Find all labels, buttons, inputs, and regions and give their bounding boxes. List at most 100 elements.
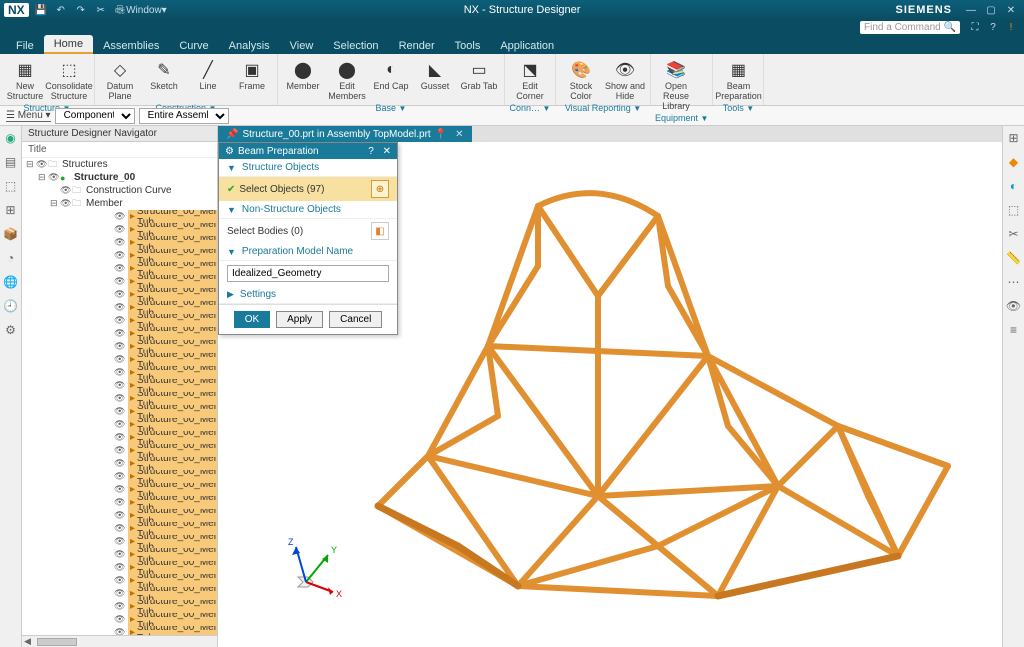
filter1-select[interactable]: Component [55, 108, 135, 124]
member-row[interactable]: 👁▸Structure_00_Member_Round Tub [68, 613, 217, 626]
ribbon-new-structure[interactable]: ▦New Structure [4, 56, 46, 102]
member-row[interactable]: 👁▸Structure_00_Member_Round Tub [68, 405, 217, 418]
shade-icon[interactable]: ◐ [1006, 178, 1022, 194]
hd3d-icon[interactable]: ◔ [3, 250, 19, 266]
ribbon-edit-members[interactable]: ⬤Edit Members [326, 56, 368, 102]
cut-icon[interactable]: ✂ [93, 2, 109, 18]
view-icon[interactable]: ◆ [1006, 154, 1022, 170]
undo-icon[interactable]: ↶ [53, 2, 69, 18]
ribbon-consolidate-structure[interactable]: ⬚Consolidate Structure [48, 56, 90, 102]
visibility-icon[interactable]: 👁 [114, 484, 126, 495]
member-row[interactable]: 👁▸Structure_00_Member_Round Tub [68, 288, 217, 301]
member-row[interactable]: 👁▸Structure_00_Member_Round Tub [68, 483, 217, 496]
measure-icon[interactable]: 📏 [1006, 250, 1022, 266]
filter2-select[interactable]: Entire Assembly [139, 108, 229, 124]
member-row[interactable]: 👁▸Structure_00_Member_Round Tub [68, 548, 217, 561]
view-triad[interactable]: X Y Z [278, 527, 358, 607]
member-row[interactable]: 👁▸Structure_00_Member_Round Tub [68, 457, 217, 470]
clip-icon[interactable]: ✂ [1006, 226, 1022, 242]
window-menu[interactable]: ▭ Window ▾ [133, 2, 149, 18]
member-row[interactable]: 👁▸Structure_00_Member_Square Tub [68, 223, 217, 236]
visibility-icon[interactable]: 👁 [114, 627, 126, 635]
visibility-icon[interactable]: 👁 [114, 380, 126, 391]
nav-hscroll[interactable]: ◀ [22, 635, 217, 647]
member-row[interactable]: 👁▸Structure_00_Member_Round Tub [68, 561, 217, 574]
settings-header[interactable]: ▶Settings [219, 286, 397, 304]
assembly-icon[interactable]: ⬚ [3, 178, 19, 194]
visibility-icon[interactable]: 👁 [60, 198, 72, 209]
info-icon[interactable]: ! [1002, 20, 1020, 34]
ribbon-line[interactable]: ╱Line [187, 56, 229, 92]
tree-row[interactable]: 👁🗀Construction Curve [22, 184, 217, 197]
apply-button[interactable]: Apply [276, 311, 323, 328]
menu-tab-home[interactable]: Home [44, 35, 93, 54]
dialog-help-icon[interactable]: ? [368, 146, 374, 157]
visibility-icon[interactable]: 👁 [114, 250, 126, 261]
member-row[interactable]: 👁▸Structure_00_Member_Round Tub [68, 522, 217, 535]
tree-row[interactable]: ⊟👁●Structure_00 [22, 171, 217, 184]
tab-pin-icon[interactable]: 📍 [435, 129, 447, 140]
menu-tab-analysis[interactable]: Analysis [219, 37, 280, 54]
member-row[interactable]: 👁▸Structure_00_Member_Round Tub [68, 379, 217, 392]
member-row[interactable]: 👁▸Structure_00_Member_Round Tub [68, 470, 217, 483]
cancel-button[interactable]: Cancel [329, 311, 382, 328]
visibility-icon[interactable]: 👁 [114, 367, 126, 378]
visibility-icon[interactable]: 👁 [114, 536, 126, 547]
ribbon-edit-corner[interactable]: ⬔Edit Corner [509, 56, 551, 102]
nav-icon[interactable]: ◉ [3, 130, 19, 146]
member-row[interactable]: 👁▸Structure_00_Member_Round Tub [68, 418, 217, 431]
visibility-icon[interactable]: 👁 [114, 419, 126, 430]
navigator-tree[interactable]: ⊟👁🗀Structures⊟👁●Structure_00👁🗀Constructi… [22, 158, 217, 635]
wireframe-icon[interactable]: ⬚ [1006, 202, 1022, 218]
system-icon[interactable]: ⚙ [3, 322, 19, 338]
ribbon-member[interactable]: ⬤Member [282, 56, 324, 92]
ribbon-group-label[interactable]: Visual Reporting ▼ [560, 102, 646, 114]
viewport-tab[interactable]: 📌 Structure_00.prt in Assembly TopModel.… [218, 126, 472, 142]
member-row[interactable]: 👁▸Structure_00_Member_Round Tub [68, 509, 217, 522]
pin-icon[interactable]: 📌 [226, 129, 238, 140]
visibility-icon[interactable]: 👁 [48, 172, 60, 183]
visibility-icon[interactable]: 👁 [114, 588, 126, 599]
visibility-icon[interactable]: 👁 [114, 510, 126, 521]
visibility-icon[interactable]: 👁 [114, 237, 126, 248]
menu-tab-selection[interactable]: Selection [323, 37, 388, 54]
cube-icon[interactable]: ◧ [371, 222, 389, 240]
visibility-icon[interactable]: 👁 [114, 224, 126, 235]
member-row[interactable]: 👁▸Structure_00_Member_Round Tub [68, 327, 217, 340]
menu-tab-render[interactable]: Render [389, 37, 445, 54]
ribbon-show-and-hide[interactable]: 👁Show and Hide [604, 56, 646, 102]
visibility-icon[interactable]: 👁 [114, 432, 126, 443]
ribbon-stock-color[interactable]: 🎨Stock Color [560, 56, 602, 102]
prep-name-input[interactable] [227, 265, 389, 282]
minimize-icon[interactable]: — [962, 3, 980, 17]
visibility-icon[interactable]: 👁 [36, 159, 48, 170]
browser-icon[interactable]: 🌐 [3, 274, 19, 290]
visibility-icon[interactable]: 👁 [114, 276, 126, 287]
constraint-icon[interactable]: ⊞ [3, 202, 19, 218]
menu-tab-application[interactable]: Application [490, 37, 564, 54]
member-row[interactable]: 👁▸Structure_00_Member_Round Tub [68, 431, 217, 444]
menu-tab-view[interactable]: View [280, 37, 324, 54]
viewport[interactable]: 📌 Structure_00.prt in Assembly TopModel.… [218, 126, 1002, 647]
member-row[interactable]: 👁▸Structure_00_Member_Round Tub [68, 444, 217, 457]
layer-icon[interactable]: ≡ [1006, 322, 1022, 338]
eye-icon[interactable]: 👁 [1006, 298, 1022, 314]
visibility-icon[interactable]: 👁 [114, 354, 126, 365]
ok-button[interactable]: OK [234, 311, 270, 328]
tree-row[interactable]: ⊟👁🗀Structures [22, 158, 217, 171]
ribbon-group-label[interactable]: Conn… ▼ [509, 102, 551, 114]
visibility-icon[interactable]: 👁 [114, 302, 126, 313]
visibility-icon[interactable]: 👁 [114, 497, 126, 508]
member-row[interactable]: 👁▸Structure_00_Member_Round Tub [68, 587, 217, 600]
visibility-icon[interactable]: 👁 [114, 601, 126, 612]
visibility-icon[interactable]: 👁 [114, 458, 126, 469]
structure-objects-header[interactable]: ▼Structure Objects [219, 159, 397, 177]
close-icon[interactable]: ✕ [1002, 3, 1020, 17]
menu-tab-file[interactable]: File [6, 37, 44, 54]
visibility-icon[interactable]: 👁 [114, 523, 126, 534]
fullscreen-icon[interactable]: ⛶ [966, 20, 984, 34]
snap-icon[interactable]: ⊞ [1006, 130, 1022, 146]
save-icon[interactable]: 💾 [33, 2, 49, 18]
non-structure-header[interactable]: ▼Non-Structure Objects [219, 201, 397, 219]
history-icon[interactable]: 🕘 [3, 298, 19, 314]
